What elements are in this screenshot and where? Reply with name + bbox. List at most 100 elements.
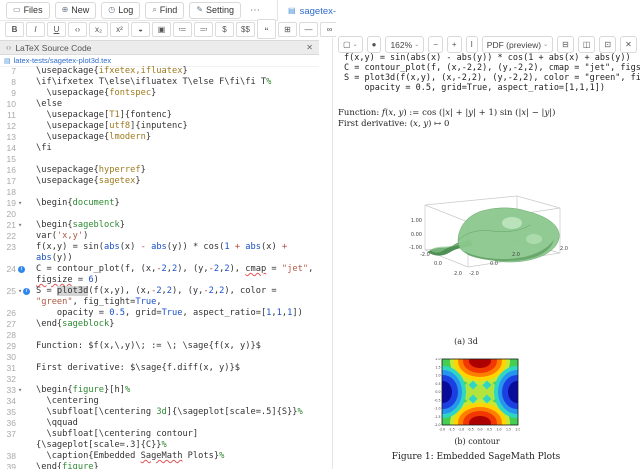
- code-line[interactable]: 39\end{figure}: [0, 462, 319, 469]
- text-select-button[interactable]: I: [466, 36, 478, 53]
- contour-x-tick: -2.0: [439, 428, 445, 432]
- log-button[interactable]: ◷Log: [101, 2, 140, 19]
- split-horizontal-button[interactable]: ⊟: [557, 36, 574, 53]
- code-line[interactable]: 9 \usepackage{fontspec}: [0, 88, 319, 99]
- code-editor[interactable]: 7\usepackage{ifxetex,ifluatex}8\if\ifxet…: [0, 66, 319, 469]
- code-line[interactable]: 7\usepackage{ifxetex,ifluatex}: [0, 66, 319, 77]
- ordered-list-icon[interactable]: ≕: [194, 22, 213, 37]
- zoom-out-button[interactable]: −: [428, 36, 443, 53]
- more-button[interactable]: ⋯: [246, 5, 264, 16]
- code-line[interactable]: 36 \qquad: [0, 418, 319, 429]
- subcaption-contour: (b) contour: [387, 437, 567, 446]
- code-line[interactable]: 12 \usepackage[utf8]{inputenc}: [0, 121, 319, 132]
- code-line[interactable]: 22var('x,y'): [0, 231, 319, 242]
- zoom-level-button[interactable]: 162%⌄: [385, 36, 424, 53]
- comment-icon[interactable]: ◒: [131, 22, 150, 37]
- code-line[interactable]: 32: [0, 374, 319, 385]
- y-tick: 2.0: [454, 271, 462, 277]
- code-line[interactable]: abs(y)): [0, 253, 319, 264]
- x-tick: 2.0: [512, 252, 520, 258]
- code-line[interactable]: 26 opacity = 0.5, grid=True, aspect_rati…: [0, 308, 319, 319]
- x-tick: 2.0: [560, 246, 568, 252]
- code-line[interactable]: 20: [0, 209, 319, 220]
- setting-button[interactable]: ✎Setting: [189, 2, 241, 19]
- close-preview-icon: ✕: [625, 41, 632, 49]
- code-line[interactable]: 24iC = contour_plot(f, (x,-2,2), (y,-2,2…: [0, 264, 319, 275]
- code-line[interactable]: 21▾\begin{sageblock}: [0, 220, 319, 231]
- code-text: f(x,y) = sin(abs(x) - abs(y)) * cos(1 + …: [36, 242, 287, 253]
- code-line[interactable]: 25▾iS = plot3d(f(x,y), (x,-2,2), (y,-2,2…: [0, 286, 319, 297]
- line-number: [0, 297, 16, 308]
- fold-toggle-icon[interactable]: ▾: [18, 385, 22, 396]
- code-line[interactable]: 30: [0, 352, 319, 363]
- inline-code-icon[interactable]: ‹›: [68, 22, 87, 37]
- bold-icon[interactable]: B: [5, 22, 24, 37]
- code-line[interactable]: 27\end{sageblock}: [0, 319, 319, 330]
- code-line[interactable]: 13 \usepackage{lmodern}: [0, 132, 319, 143]
- fold-toggle-icon[interactable]: ▾: [18, 286, 22, 297]
- code-line[interactable]: 19▾\begin{document}: [0, 198, 319, 209]
- split-vertical-icon: ◫: [583, 41, 591, 49]
- fullscreen-button[interactable]: ⊡: [599, 36, 616, 53]
- code-text: \end{sageblock}: [36, 319, 114, 330]
- superscript-icon[interactable]: x²: [110, 22, 129, 37]
- code-line[interactable]: 8\if\ifxetex T\else\ifluatex T\else F\fi…: [0, 77, 319, 88]
- underline-icon[interactable]: U: [47, 22, 66, 37]
- code-text: \usepackage{sagetex}: [36, 176, 141, 187]
- horizontal-rule-icon[interactable]: —: [299, 22, 318, 37]
- code-line[interactable]: 14\fi: [0, 143, 319, 154]
- code-line[interactable]: 29Function: $f(x,\,y)\; := \; \sage{f(x,…: [0, 341, 319, 352]
- invert-colors-button[interactable]: ●: [367, 36, 382, 53]
- code-line[interactable]: 16\usepackage{hyperref}: [0, 165, 319, 176]
- bullet-list-icon[interactable]: ≔: [173, 22, 192, 37]
- find-button[interactable]: ⌕Find: [145, 2, 184, 19]
- inline-math-icon[interactable]: $: [215, 22, 234, 37]
- contour-y-tick: -0.5: [434, 398, 440, 402]
- chevron-down-icon: ⌄: [353, 41, 358, 48]
- image-icon[interactable]: ▣: [152, 22, 171, 37]
- code-line[interactable]: 31First derivative: $\sage{f.diff(x, y)}…: [0, 363, 319, 374]
- code-line[interactable]: 37 \subfloat[\centering contour]: [0, 429, 319, 440]
- gutter-marks: [16, 88, 36, 99]
- code-line[interactable]: 18: [0, 187, 319, 198]
- fold-toggle-icon[interactable]: ▾: [18, 220, 22, 231]
- view-mode-button[interactable]: PDF (preview)⌄: [482, 36, 553, 53]
- code-line[interactable]: figsize = 6): [0, 275, 319, 286]
- code-line[interactable]: 28: [0, 330, 319, 341]
- new-button[interactable]: ⊕New: [55, 2, 97, 19]
- code-line[interactable]: 17\usepackage{sagetex}: [0, 176, 319, 187]
- code-text: opacity = 0.5, grid=True, aspect_ratio=[…: [36, 308, 303, 319]
- italic-icon[interactable]: I: [26, 22, 45, 37]
- info-icon[interactable]: i: [23, 288, 30, 295]
- panel-divider[interactable]: [332, 38, 333, 469]
- code-line[interactable]: 35 \subfloat[\centering 3d]{\sageplot[sc…: [0, 407, 319, 418]
- contour-y-tick: 2.0: [435, 358, 440, 361]
- code-line[interactable]: 15: [0, 154, 319, 165]
- new-window-button[interactable]: ▢⌄: [338, 36, 363, 53]
- code-line[interactable]: "green", fig_tight=True,: [0, 297, 319, 308]
- code-line[interactable]: {\sageplot[scale=.3]{C}}%: [0, 440, 319, 451]
- close-preview-button[interactable]: ✕: [620, 36, 637, 53]
- line-number: 34: [0, 396, 16, 407]
- code-line[interactable]: 33▾\begin{figure}[h]%: [0, 385, 319, 396]
- code-line[interactable]: 38 \caption{Embedded SageMath Plots}%: [0, 451, 319, 462]
- files-button[interactable]: ▭Files: [6, 2, 50, 19]
- split-vertical-button[interactable]: ◫: [578, 36, 596, 53]
- subscript-icon[interactable]: x₂: [89, 22, 108, 37]
- code-line[interactable]: 34 \centering: [0, 396, 319, 407]
- code-line[interactable]: 23f(x,y) = sin(abs(x) - abs(y)) * cos(1 …: [0, 242, 319, 253]
- zoom-in-button[interactable]: +: [447, 36, 462, 53]
- code-text: S = plot3d(f(x,y), (x,-2,2), (y,-2,2), c…: [36, 286, 277, 297]
- display-math-icon[interactable]: $$: [236, 22, 255, 37]
- blockquote-icon[interactable]: “: [257, 19, 276, 39]
- line-number: 30: [0, 352, 16, 363]
- code-line[interactable]: 10\else: [0, 99, 319, 110]
- table-icon[interactable]: ⊞: [278, 22, 297, 37]
- code-line[interactable]: 11 \usepackage[T1]{fontenc}: [0, 110, 319, 121]
- info-icon[interactable]: i: [18, 266, 25, 273]
- code-text: \begin{document}: [36, 198, 120, 209]
- gutter-marks: [16, 363, 36, 374]
- fold-toggle-icon[interactable]: ▾: [18, 198, 22, 209]
- line-number: 9: [0, 88, 16, 99]
- source-panel-close-icon[interactable]: ✕: [306, 43, 313, 52]
